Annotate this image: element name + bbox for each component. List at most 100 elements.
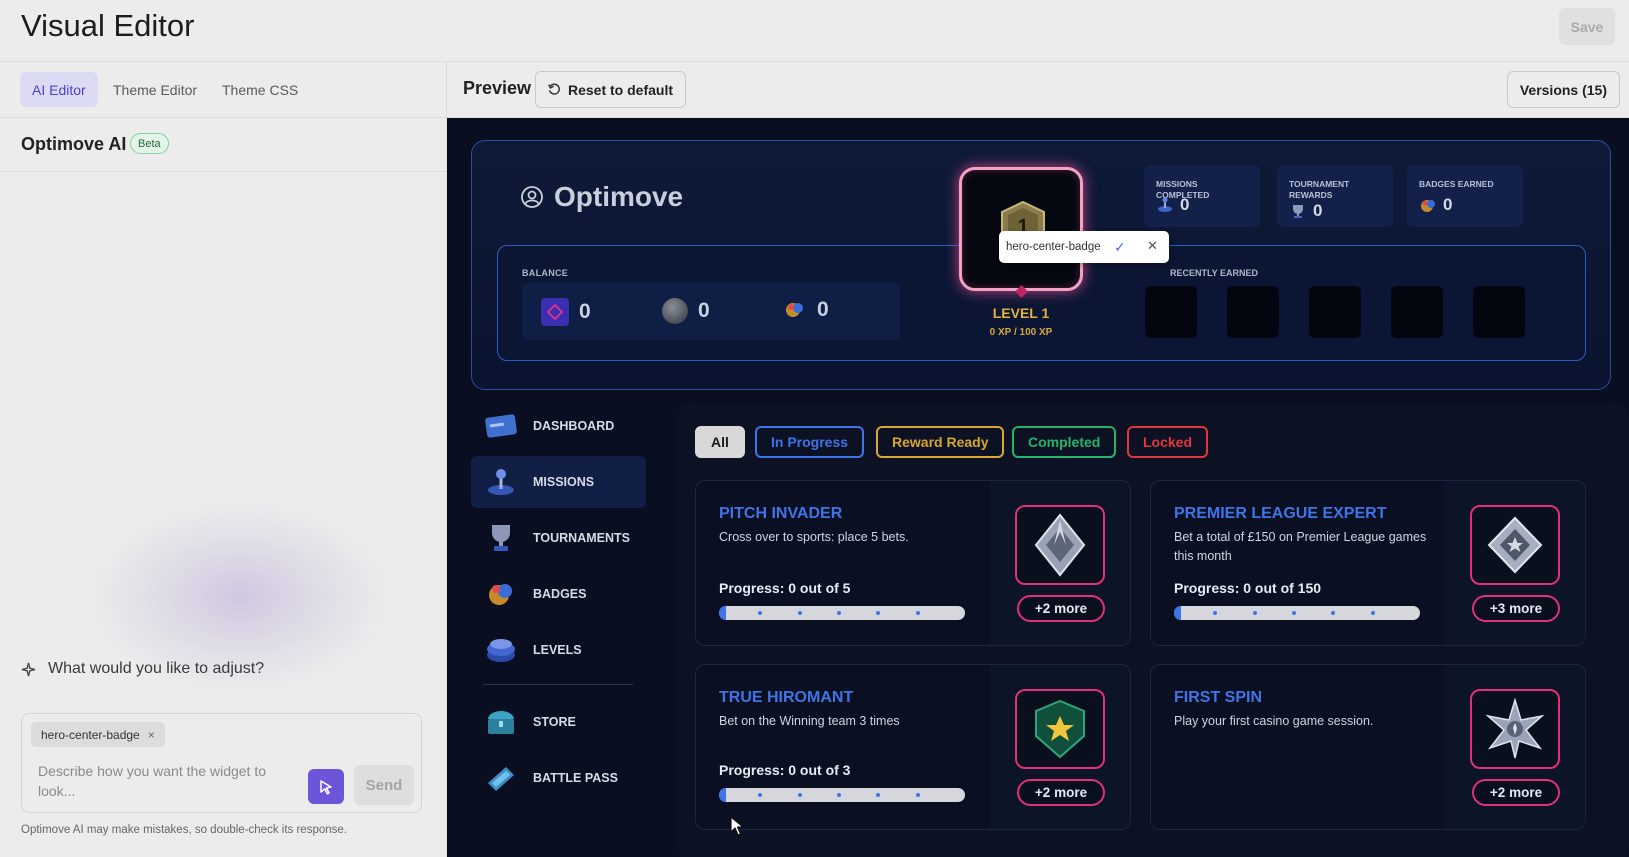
gem-icon [541, 298, 569, 326]
nav-item-tournaments[interactable]: TOURNAMENTS [471, 512, 646, 564]
side-nav: DASHBOARD MISSIONS TOURNAMENTS BADGES LE… [471, 400, 646, 850]
progress-step-dot [1370, 611, 1375, 615]
tab-theme-css[interactable]: Theme CSS [210, 72, 310, 107]
mission-card[interactable]: PITCH INVADER Cross over to sports: plac… [695, 480, 1131, 646]
reset-label: Reset to default [568, 81, 674, 98]
more-rewards-button[interactable]: +2 more [1472, 779, 1560, 806]
ai-editor-panel: AI Editor Theme Editor Theme CSS Optimov… [0, 62, 447, 857]
element-picker-button[interactable] [308, 769, 344, 804]
mission-progress-text: Progress: 0 out of 5 [719, 580, 851, 596]
nav-item-missions[interactable]: MISSIONS [471, 456, 646, 508]
filter-reward-ready[interactable]: Reward Ready [876, 426, 1005, 458]
balance-box: 0 0 0 [522, 282, 900, 340]
mission-badge-frame [1470, 689, 1560, 769]
nav-label: STORE [533, 715, 576, 729]
more-rewards-button[interactable]: +2 more [1017, 779, 1105, 806]
nav-item-levels[interactable]: LEVELS [471, 624, 646, 676]
tab-theme-editor[interactable]: Theme Editor [101, 72, 209, 107]
chip-close-icon[interactable]: × [148, 728, 155, 742]
nav-label: LEVELS [533, 643, 582, 657]
adjust-prompt: What would you like to adjust? [21, 660, 264, 678]
recent-badge-slot [1391, 286, 1443, 338]
mission-description: Cross over to sports: place 5 bets. [719, 530, 909, 544]
hero-brand: Optimove [520, 181, 683, 213]
green-star-shield-icon [1035, 699, 1085, 759]
silver-spiked-star-icon [1485, 698, 1545, 759]
mission-card[interactable]: TRUE HIROMANT Bet on the Winning team 3 … [695, 664, 1131, 830]
progress-step-dot [836, 611, 841, 615]
recently-earned-label: RECENTLY EARNED [1170, 268, 1259, 278]
tab-ai-editor[interactable]: AI Editor [20, 72, 98, 107]
progress-step-dot [915, 611, 920, 615]
save-button[interactable]: Save [1559, 8, 1615, 45]
mission-badge-frame [1015, 505, 1105, 585]
preview-header: Preview Reset to default Versions (15) [447, 62, 1629, 118]
hero-widget[interactable]: Optimove BALANCE 0 0 0 RECENTLY EARNED M… [471, 140, 1611, 390]
ai-disclaimer: Optimove AI may make mistakes, so double… [21, 824, 347, 836]
missions-panel: All In Progress Reward Ready Completed L… [677, 402, 1629, 857]
filter-locked[interactable]: Locked [1127, 426, 1209, 458]
mission-progress-bar [719, 606, 965, 620]
tooltip-label: hero-center-badge [1006, 241, 1101, 253]
mission-badge-frame [1470, 505, 1560, 585]
send-button[interactable]: Send [354, 765, 414, 805]
nav-item-badges[interactable]: BADGES [471, 568, 646, 620]
mission-progress-bar [1174, 606, 1420, 620]
stat-badges-earned: BADGES EARNED 0 [1407, 165, 1523, 227]
progress-step-dot [1213, 611, 1218, 615]
filter-in-progress[interactable]: In Progress [755, 426, 865, 458]
sparkle-icon [21, 662, 36, 676]
ai-input-placeholder[interactable]: Describe how you want the widget to look… [38, 761, 288, 801]
mouse-pointer-icon [730, 816, 744, 836]
progress-step-dot [1331, 611, 1336, 615]
nav-item-store[interactable]: STORE [471, 696, 646, 748]
stat-value: 0 [1180, 195, 1190, 214]
more-rewards-button[interactable]: +2 more [1017, 595, 1105, 622]
recent-badge-slot [1309, 286, 1361, 338]
nav-label: BADGES [533, 587, 587, 601]
progress-fill [719, 788, 726, 802]
ticket-icon [483, 760, 519, 796]
cursor-pick-icon [320, 779, 332, 795]
selected-widget-chip[interactable]: hero-center-badge × [31, 722, 165, 747]
mission-card[interactable]: PREMIER LEAGUE EXPERT Bet a total of £15… [1150, 480, 1586, 646]
progress-fill [1174, 606, 1181, 620]
progress-step-dot [758, 611, 763, 615]
reset-icon [548, 83, 560, 95]
nav-item-dashboard[interactable]: DASHBOARD [471, 400, 646, 452]
mission-description: Bet on the Winning team 3 times [719, 714, 900, 728]
editor-tabs: AI Editor Theme Editor Theme CSS [0, 62, 446, 118]
versions-button[interactable]: Versions (15) [1506, 71, 1620, 108]
hero-center-badge[interactable]: 1 [959, 167, 1083, 298]
balance-label: BALANCE [522, 268, 569, 278]
filter-completed[interactable]: Completed [1012, 426, 1117, 458]
confirm-check-icon[interactable]: ✓ [1114, 239, 1126, 256]
stat-missions-completed: MISSIONS COMPLETED 0 [1144, 165, 1260, 227]
level-label: LEVEL 1 [992, 305, 1050, 321]
user-circle-icon [521, 186, 543, 208]
xp-label: 0 XP / 100 XP [989, 327, 1053, 338]
mission-badge-frame [1015, 689, 1105, 769]
progress-step-dot [915, 793, 920, 797]
balance-coins: 0 [662, 298, 710, 324]
app-title: Visual Editor [21, 8, 195, 43]
close-icon[interactable]: ✕ [1147, 238, 1158, 254]
stat-value: 0 [1443, 195, 1453, 214]
progress-step-dot [836, 793, 841, 797]
top-bar: Visual Editor Save [0, 0, 1629, 62]
filter-all[interactable]: All [695, 426, 745, 458]
progress-step-dot [797, 611, 802, 615]
progress-step-dot [1291, 611, 1296, 615]
mission-card[interactable]: FIRST SPIN Play your first casino game s… [1150, 664, 1586, 830]
balance-coins-value: 0 [698, 299, 710, 322]
nav-label: TOURNAMENTS [533, 531, 630, 545]
reset-to-default-button[interactable]: Reset to default [535, 71, 687, 108]
progress-step-dot [876, 793, 881, 797]
ai-input-box[interactable]: hero-center-badge × Describe how you wan… [21, 713, 422, 813]
joystick-icon [1158, 197, 1172, 212]
mission-title: PITCH INVADER [719, 505, 843, 522]
more-rewards-button[interactable]: +3 more [1472, 595, 1560, 622]
chip-label: hero-center-badge [41, 727, 140, 742]
nav-item-battle-pass[interactable]: BATTLE PASS [471, 752, 646, 804]
chest-icon [483, 704, 519, 740]
